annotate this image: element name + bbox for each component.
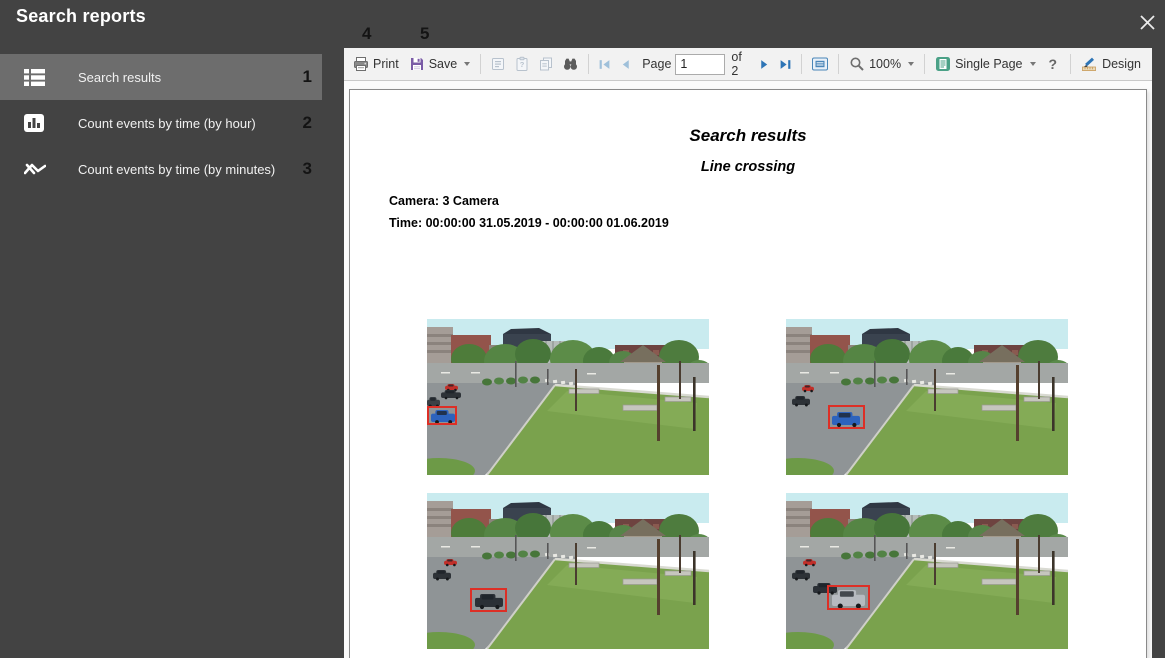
save-dropdown-caret <box>464 62 470 66</box>
help-button[interactable]: ? <box>1041 54 1066 74</box>
page-setup-icon <box>811 56 829 72</box>
last-page-icon <box>779 58 792 71</box>
report-viewer: Print Save <box>344 48 1152 658</box>
preview-canvas[interactable]: Search results Line crossing Camera: 3 C… <box>344 81 1152 658</box>
copy-icon <box>538 56 554 72</box>
dialog-title: Search reports <box>16 6 146 27</box>
next-page-icon <box>758 58 771 71</box>
report-camera-line: Camera: 3 Camera <box>389 194 499 208</box>
first-page-icon <box>598 58 611 71</box>
prev-page-icon <box>619 58 632 71</box>
copy-button[interactable] <box>534 53 558 75</box>
view-mode-value: Single Page <box>955 57 1022 71</box>
sidebar-item-label: Count events by time (by minutes) <box>78 162 275 177</box>
toolbar-separator <box>924 54 925 74</box>
report-snapshot-2 <box>786 319 1068 475</box>
print-button[interactable]: Print <box>348 53 404 75</box>
sidebar-item-label: Count events by time (by hour) <box>78 116 256 131</box>
find-button[interactable] <box>558 53 583 75</box>
view-mode-dropdown-caret <box>1030 62 1036 66</box>
toolbar-separator <box>588 54 589 74</box>
properties-icon: ? <box>514 56 530 72</box>
search-reports-dialog: Search reports 4 5 Search results 1 <box>0 0 1165 658</box>
report-page: Search results Line crossing Camera: 3 C… <box>349 89 1147 658</box>
callout-save: 5 <box>420 24 429 44</box>
export-settings-button[interactable] <box>486 53 510 75</box>
find-icon <box>562 56 579 72</box>
report-type-menu: Search results 1 Count events by time (b… <box>0 54 344 192</box>
page-setup-button[interactable] <box>807 53 833 75</box>
zoom-icon <box>849 56 865 72</box>
next-page-button[interactable] <box>754 55 775 74</box>
svg-text:?: ? <box>520 60 525 69</box>
close-icon <box>1139 14 1156 31</box>
bar-chart-icon <box>24 113 46 133</box>
line-chart-icon <box>24 159 46 179</box>
zoom-dropdown-caret <box>908 62 914 66</box>
toolbar-separator <box>480 54 481 74</box>
sidebar-item-count-by-minutes[interactable]: Count events by time (by minutes) 3 <box>0 146 322 192</box>
last-page-button[interactable] <box>775 55 796 74</box>
properties-button[interactable]: ? <box>510 53 534 75</box>
first-page-button[interactable] <box>594 55 615 74</box>
report-snapshot-4 <box>786 493 1068 649</box>
close-button[interactable] <box>1135 10 1159 34</box>
printer-icon <box>353 56 369 72</box>
report-subtitle: Line crossing <box>350 159 1146 175</box>
callout-count-by-minutes: 3 <box>303 159 312 179</box>
save-button[interactable]: Save <box>404 53 476 75</box>
sidebar-item-count-by-hour[interactable]: Count events by time (by hour) 2 <box>0 100 322 146</box>
callout-print: 4 <box>362 24 371 44</box>
toolbar-separator <box>801 54 802 74</box>
prev-page-button[interactable] <box>615 55 636 74</box>
single-page-icon <box>935 56 951 72</box>
save-label: Save <box>429 57 458 71</box>
export-settings-icon <box>490 56 506 72</box>
callout-count-by-hour: 2 <box>303 113 312 133</box>
toolbar-separator <box>838 54 839 74</box>
callout-search-results: 1 <box>303 67 312 87</box>
page-label: Page <box>642 57 671 71</box>
snapshot-grid <box>427 319 1068 649</box>
design-button[interactable]: Design <box>1076 53 1146 75</box>
report-time-line: Time: 00:00:00 31.05.2019 - 00:00:00 01.… <box>389 216 669 230</box>
toolbar-separator <box>1070 54 1071 74</box>
sidebar-item-label: Search results <box>78 70 161 85</box>
report-title: Search results <box>350 126 1146 146</box>
zoom-value: 100% <box>869 57 901 71</box>
zoom-control[interactable]: 100% <box>844 53 919 75</box>
view-mode-control[interactable]: Single Page <box>930 53 1040 75</box>
save-icon <box>409 56 425 72</box>
sidebar-item-search-results[interactable]: Search results 1 <box>0 54 322 100</box>
report-snapshot-1 <box>427 319 709 475</box>
design-label: Design <box>1102 57 1141 71</box>
report-snapshot-3 <box>427 493 709 649</box>
design-icon <box>1081 56 1098 72</box>
list-icon <box>24 67 46 87</box>
page-number-input[interactable] <box>675 54 725 75</box>
page-total-label: of 2 <box>731 50 748 78</box>
print-label: Print <box>373 57 399 71</box>
preview-toolbar: Print Save <box>344 48 1152 81</box>
